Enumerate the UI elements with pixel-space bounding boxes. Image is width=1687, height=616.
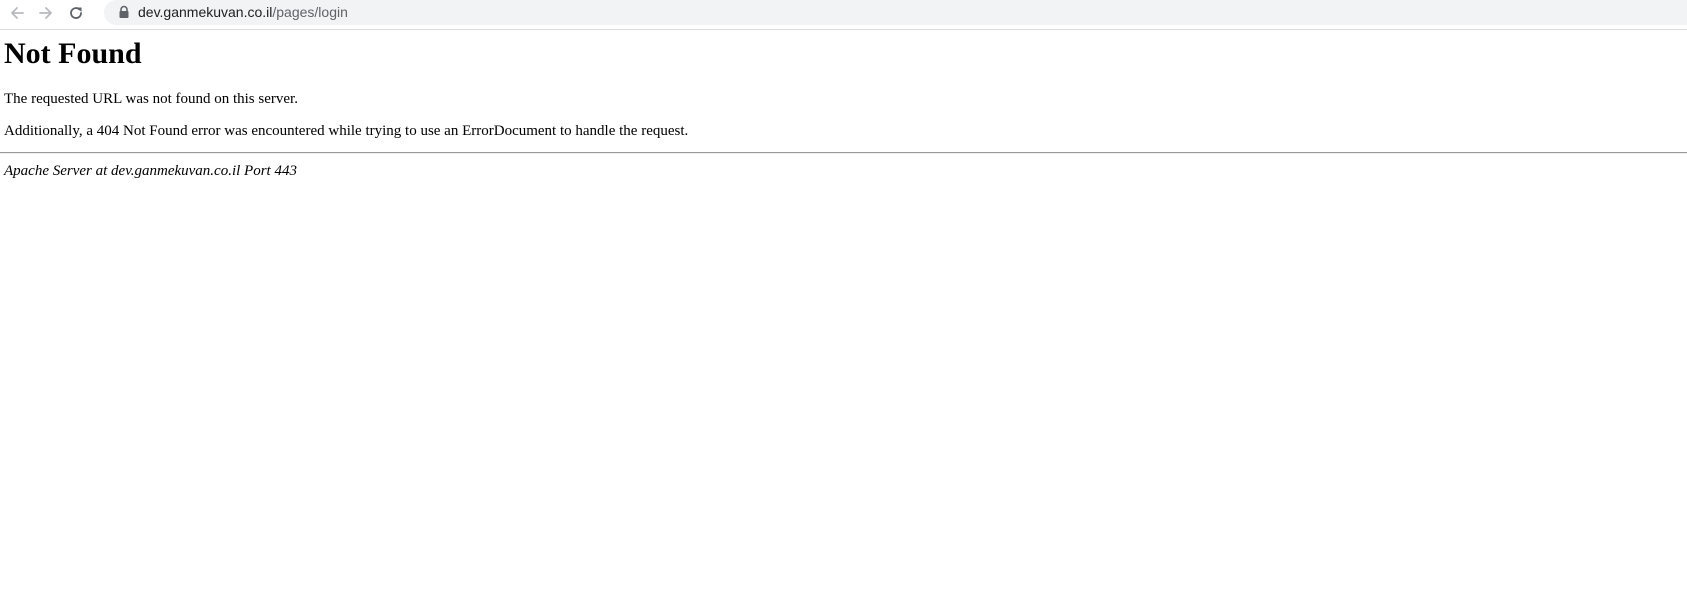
reload-icon xyxy=(68,5,84,21)
lock-icon xyxy=(117,5,131,19)
page-title: Not Found xyxy=(4,37,142,70)
forward-button[interactable] xyxy=(35,2,57,24)
arrow-right-icon xyxy=(38,5,54,21)
back-button[interactable] xyxy=(6,2,28,24)
additional-error-message: Additionally, a 404 Not Found error was … xyxy=(4,123,689,139)
reload-button[interactable] xyxy=(65,2,87,24)
arrow-left-icon xyxy=(9,5,25,21)
page-content: Not Found The requested URL was not foun… xyxy=(0,30,1687,616)
divider xyxy=(0,152,1687,154)
url-text: dev.ganmekuvan.co.il/pages/login xyxy=(138,3,348,21)
error-message: The requested URL was not found on this … xyxy=(4,91,298,107)
server-signature: Apache Server at dev.ganmekuvan.co.il Po… xyxy=(4,163,297,179)
url-domain: dev.ganmekuvan.co.il xyxy=(138,4,273,20)
browser-toolbar: dev.ganmekuvan.co.il/pages/login xyxy=(0,0,1687,30)
address-bar[interactable]: dev.ganmekuvan.co.il/pages/login xyxy=(104,0,1687,25)
url-path: /pages/login xyxy=(272,4,348,20)
